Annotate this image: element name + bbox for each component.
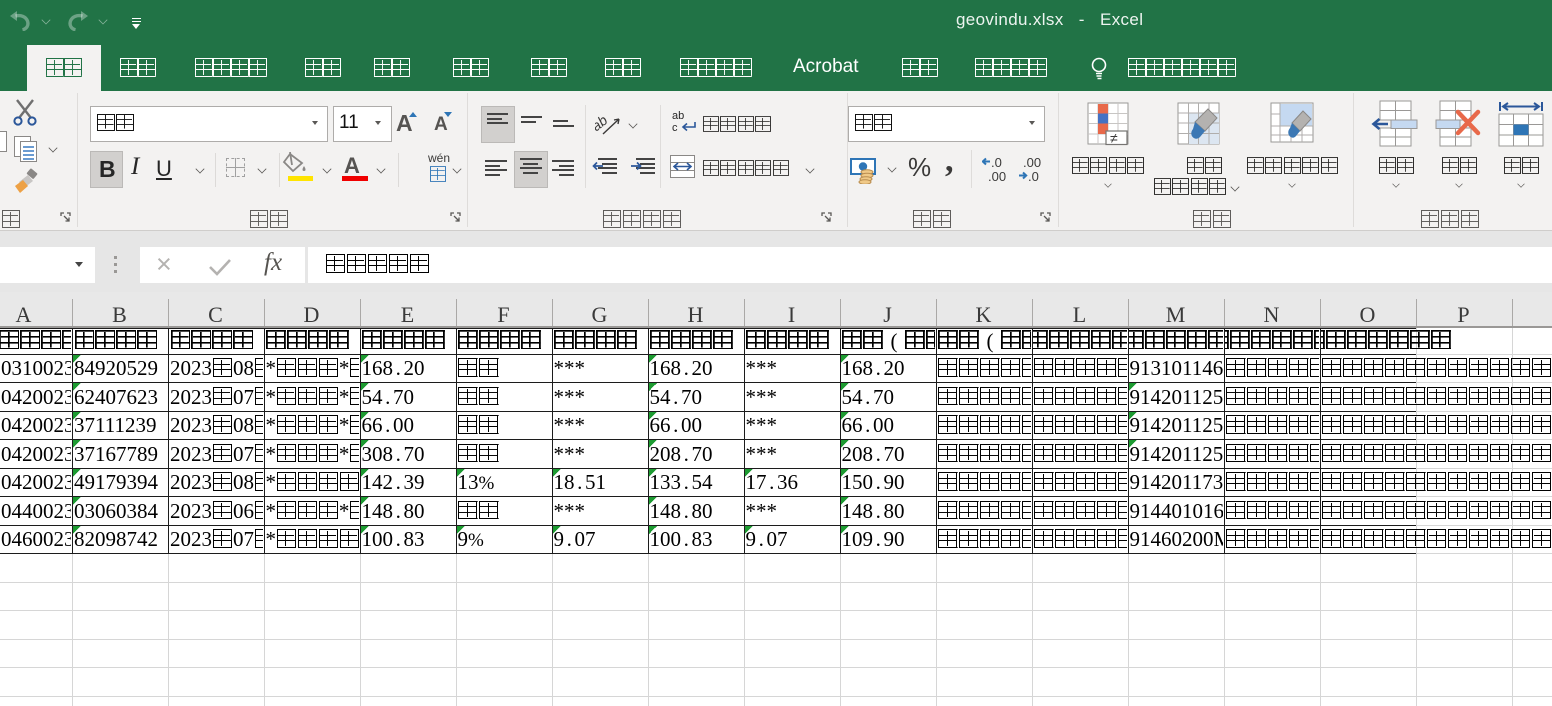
svg-text:.0: .0 [1028, 169, 1039, 183]
svg-text:ab: ab [595, 112, 611, 134]
svg-text:.00: .00 [1023, 156, 1041, 170]
svg-text:≠: ≠ [1110, 130, 1118, 146]
svg-text:.00: .00 [988, 169, 1006, 183]
svg-text:.0: .0 [991, 156, 1002, 170]
